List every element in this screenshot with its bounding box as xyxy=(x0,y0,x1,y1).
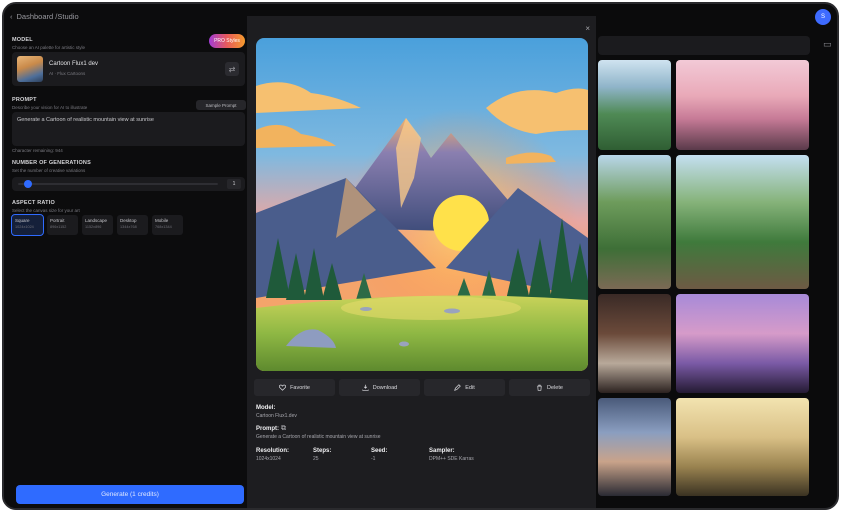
model-meta: AI · Flux Cartoons xyxy=(49,71,86,76)
close-icon[interactable]: × xyxy=(585,24,590,33)
prompt-section-title: PROMPT xyxy=(12,97,37,103)
model-value: Cartoon Flux1.dev xyxy=(256,413,297,419)
aspect-ratio-options: Square 1024x1024 Portrait 896x1152 Lands… xyxy=(11,214,183,236)
sampler-label: Sampler: xyxy=(429,448,455,454)
mountain-sunrise-illustration xyxy=(256,38,588,371)
breadcrumb[interactable]: ‹ Dashboard /Studio xyxy=(10,12,79,21)
download-button[interactable]: Download xyxy=(339,379,420,396)
aspect-option-mobile[interactable]: Mobile 768x1344 xyxy=(152,215,183,235)
steps-label: Steps: xyxy=(313,448,332,454)
sidebar: ‹ Dashboard /Studio MODEL Choose an AI p… xyxy=(4,4,250,508)
model-label: Model: xyxy=(256,405,276,411)
generations-section-subtitle: Set the number of creative variations xyxy=(12,168,86,173)
aspect-option-landscape[interactable]: Landscape 1152x896 xyxy=(82,215,113,235)
swap-icon[interactable]: ⇄ xyxy=(225,62,239,76)
model-section-title: MODEL xyxy=(12,37,33,43)
chevron-left-icon: ‹ xyxy=(10,12,13,21)
heart-icon xyxy=(279,384,287,391)
trash-icon xyxy=(537,384,542,391)
aspect-section-subtitle: Select the canvas size for your art xyxy=(12,208,80,213)
aspect-section-title: ASPECT RATIO xyxy=(12,200,55,206)
app-window: ‹ Dashboard /Studio MODEL Choose an AI p… xyxy=(2,2,839,510)
favorite-button[interactable]: Favorite xyxy=(254,379,335,396)
aspect-option-label: Portrait xyxy=(50,218,65,223)
edit-button[interactable]: Edit xyxy=(424,379,505,396)
seed-value: -1 xyxy=(371,456,376,462)
copy-icon[interactable]: ⧉ xyxy=(281,425,286,433)
aspect-option-label: Mobile xyxy=(155,218,169,223)
favorite-label: Favorite xyxy=(290,384,310,391)
gallery-image[interactable] xyxy=(676,60,809,150)
gallery-image[interactable] xyxy=(676,294,809,393)
prompt-value: Generate a Cartoon of realistic mountain… xyxy=(256,434,381,440)
avatar[interactable]: S xyxy=(815,9,831,25)
aspect-option-portrait[interactable]: Portrait 896x1152 xyxy=(47,215,78,235)
prompt-section-subtitle: Describe your vision for AI to illustrat… xyxy=(12,105,88,110)
gallery-image[interactable] xyxy=(598,294,671,393)
aspect-option-dim: 1152x896 xyxy=(85,225,102,229)
aspect-option-desktop[interactable]: Desktop 1344x768 xyxy=(117,215,148,235)
generations-slider[interactable]: 1 xyxy=(12,177,245,191)
delete-label: Delete xyxy=(547,384,563,391)
image-detail-modal: × Favorite Download Edit Delete Model: C… xyxy=(247,16,596,508)
pro-styles-badge[interactable]: PRO Styles xyxy=(209,34,245,48)
gallery-image[interactable] xyxy=(598,155,671,289)
breadcrumb-label: Dashboard /Studio xyxy=(16,12,79,21)
resolution-value: 1024x1024 xyxy=(256,456,281,462)
generations-value[interactable]: 1 xyxy=(227,179,241,189)
aspect-option-square[interactable]: Square 1024x1024 xyxy=(11,214,44,236)
download-label: Download xyxy=(372,384,398,391)
gallery-image[interactable] xyxy=(598,60,671,150)
steps-value: 25 xyxy=(313,456,319,462)
aspect-option-label: Square xyxy=(15,218,30,223)
seed-label: Seed: xyxy=(371,448,388,454)
character-counter: Character remaining: 944 xyxy=(12,148,63,153)
model-thumbnail xyxy=(17,56,43,82)
slider-handle[interactable] xyxy=(24,180,32,188)
generated-image[interactable] xyxy=(256,38,588,371)
edit-label: Edit xyxy=(465,384,475,391)
aspect-option-label: Desktop xyxy=(120,218,137,223)
aspect-option-dim: 1024x1024 xyxy=(15,225,34,229)
gallery-image[interactable] xyxy=(676,398,809,496)
image-actions: Favorite Download Edit Delete xyxy=(254,379,590,396)
generate-button[interactable]: Generate (1 credits) xyxy=(16,485,244,504)
resolution-label: Resolution: xyxy=(256,448,289,454)
prompt-input[interactable]: Generate a Cartoon of realistic mountain… xyxy=(12,112,245,146)
prompt-label: Prompt: xyxy=(256,426,279,432)
delete-button[interactable]: Delete xyxy=(509,379,590,396)
model-selector[interactable]: Cartoon Flux1 dev AI · Flux Cartoons ⇄ xyxy=(12,52,245,86)
generations-section-title: NUMBER OF GENERATIONS xyxy=(12,160,91,166)
edit-icon xyxy=(454,384,462,391)
sample-prompt-button[interactable]: Sample Prompt xyxy=(196,100,246,110)
aspect-option-dim: 1344x768 xyxy=(120,225,137,229)
aspect-option-label: Landscape xyxy=(85,218,108,223)
aspect-option-dim: 768x1344 xyxy=(155,225,172,229)
model-name: Cartoon Flux1 dev xyxy=(49,61,99,67)
aspect-option-dim: 896x1152 xyxy=(50,225,67,229)
model-section-subtitle: Choose an AI palette for artistic style xyxy=(12,45,86,50)
gallery-search-input[interactable] xyxy=(598,36,810,55)
download-icon xyxy=(362,384,369,391)
slider-track xyxy=(18,183,218,185)
gallery-image[interactable] xyxy=(598,398,671,496)
chat-icon[interactable]: ▭ xyxy=(823,39,832,50)
sampler-value: DPM++ SDE Karras xyxy=(429,456,474,462)
gallery-image[interactable] xyxy=(676,155,809,289)
